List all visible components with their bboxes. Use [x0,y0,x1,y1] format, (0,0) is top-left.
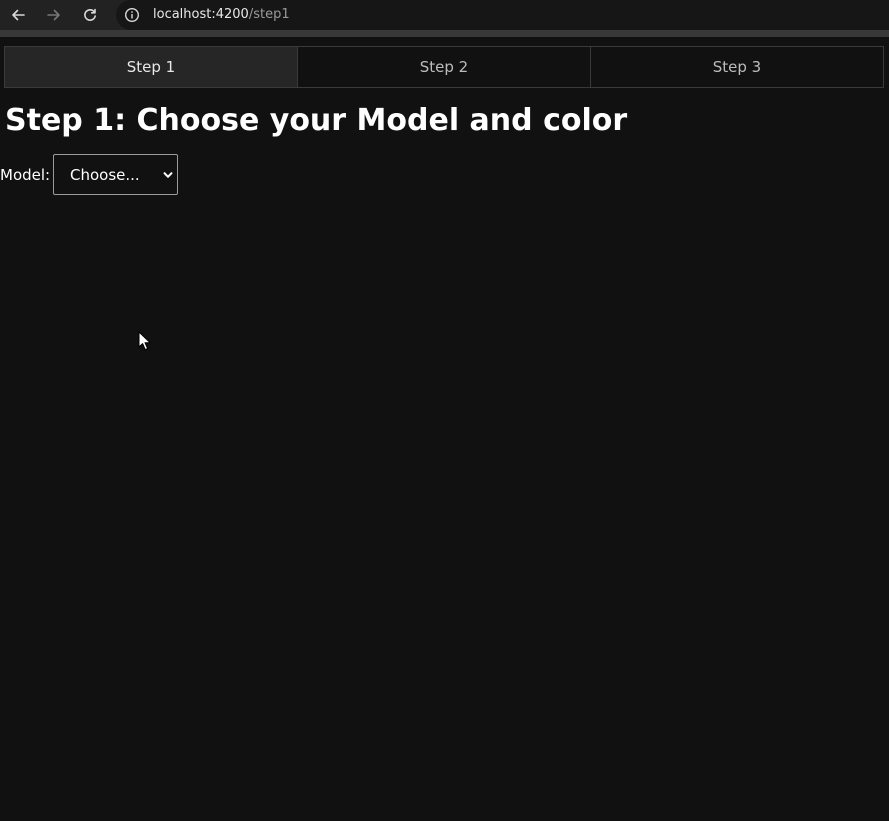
tab-label: Step 3 [712,58,762,76]
browser-toolbar: localhost:4200/step1 [0,0,889,30]
tab-step-3[interactable]: Step 3 [590,46,884,88]
forward-button[interactable] [42,3,66,27]
tab-label: Step 2 [419,58,469,76]
reload-button[interactable] [78,3,102,27]
model-select[interactable]: Choose... [53,154,178,195]
url-host: localhost:4200 [153,7,249,22]
toolbar-divider [0,30,889,37]
tab-step-1[interactable]: Step 1 [4,46,298,88]
back-button[interactable] [6,3,30,27]
address-bar[interactable]: localhost:4200/step1 [116,0,889,30]
reload-icon [84,8,96,21]
step-tabs: Step 1 Step 2 Step 3 [4,46,884,88]
page-title: Step 1: Choose your Model and color [5,103,628,138]
url-path: /step1 [248,7,290,22]
site-info-icon[interactable] [123,6,141,24]
tab-step-2[interactable]: Step 2 [297,46,591,88]
chevron-down-icon [163,172,173,178]
url-text[interactable]: localhost:4200/step1 [153,6,290,24]
model-select-value: Choose... [70,166,140,184]
arrow-right-icon [47,9,60,21]
tab-label: Step 1 [126,58,176,76]
mouse-cursor-icon [138,331,151,351]
model-label: Model: [0,166,51,184]
arrow-left-icon [12,9,25,21]
